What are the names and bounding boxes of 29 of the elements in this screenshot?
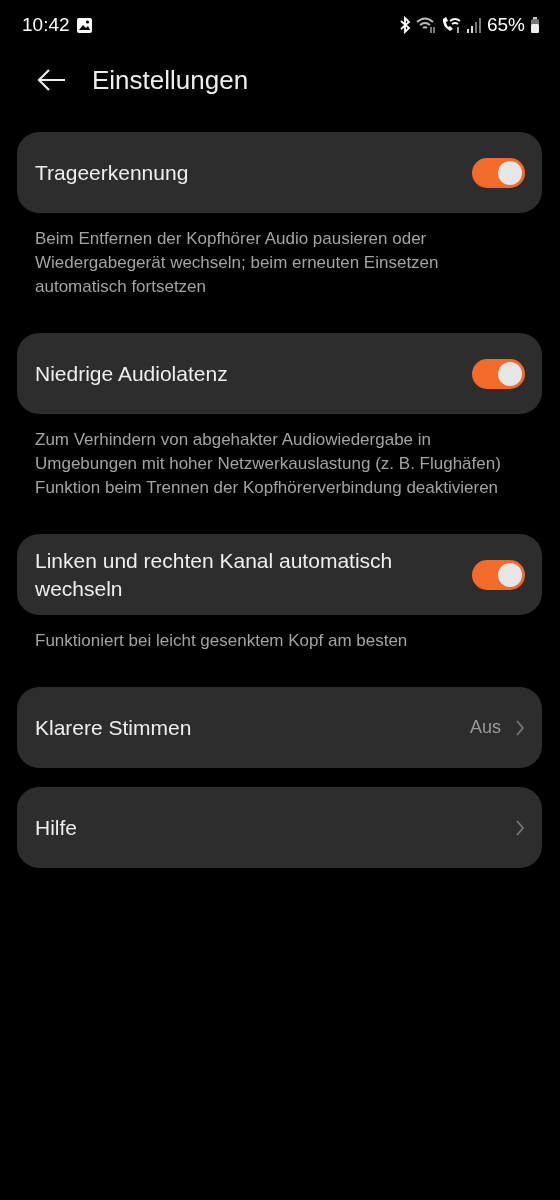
setting-label: Niedrige Audiolatenz	[35, 360, 228, 387]
setting-row[interactable]: Hilfe	[17, 787, 542, 868]
back-arrow-icon	[36, 68, 66, 92]
status-time: 10:42	[22, 14, 70, 36]
wifi-call-icon	[440, 16, 461, 34]
setting-label: Hilfe	[35, 814, 77, 841]
chevron-right-icon	[515, 718, 525, 737]
battery-percentage: 65%	[486, 14, 525, 36]
image-icon	[75, 16, 93, 34]
chevron-right-icon	[515, 818, 525, 837]
setting-row[interactable]: Trageerkennung	[17, 132, 542, 213]
setting-description: Zum Verhindern von abgehakter Audiowiedergabe in Umgebungen mit hoher Netzwerkauslastung (z. B. Flughäfen) Funktion beim Trennen der Kopfhörerverbindung deaktivieren	[35, 429, 502, 499]
setting-value: Aus	[469, 717, 501, 738]
setting-row[interactable]: Klarere Stimmen Aus	[17, 687, 542, 768]
toggle-switch[interactable]	[472, 559, 525, 590]
setting-description: Funktioniert bei leicht gesenktem Kopf am besten	[35, 630, 409, 652]
page-title: Einstellungen	[92, 64, 249, 96]
signal-icon	[465, 16, 482, 34]
battery-icon	[530, 16, 540, 34]
toggle-switch[interactable]	[472, 157, 525, 188]
setting-label: Linken und rechten Kanal automatisch wechseln	[35, 547, 394, 602]
setting-label: Trageerkennung	[35, 159, 189, 186]
setting-row[interactable]: Niedrige Audiolatenz	[17, 333, 542, 414]
setting-description: Beim Entfernen der Kopfhörer Audio pausieren oder Wiedergabegerät wechseln; beim erneuten Einsetzen automatisch fortsetzen	[35, 228, 440, 298]
bluetooth-icon	[398, 16, 411, 34]
wifi-icon	[415, 16, 436, 34]
setting-label: Klarere Stimmen	[35, 714, 192, 741]
setting-row[interactable]: Linken und rechten Kanal automatisch wechseln	[17, 534, 542, 615]
toggle-switch[interactable]	[472, 358, 525, 389]
